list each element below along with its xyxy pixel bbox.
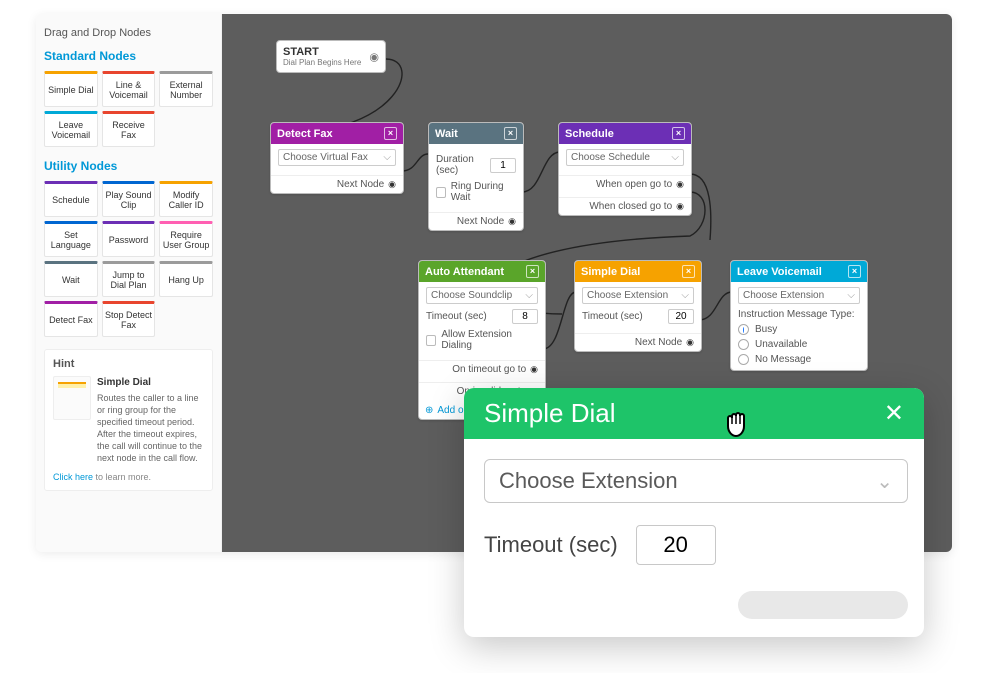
sd-timeout-label: Timeout (sec) <box>582 311 643 322</box>
simple-dial-ext-select[interactable]: Choose Extension <box>582 287 694 304</box>
detect-fax-header[interactable]: Detect Fax × <box>271 123 403 144</box>
palette-node[interactable]: Password <box>102 221 156 257</box>
node-title: Wait <box>435 128 458 140</box>
popup-timeout-label: Timeout (sec) <box>484 532 618 558</box>
close-icon[interactable]: × <box>526 265 539 278</box>
close-icon[interactable]: × <box>672 127 685 140</box>
wait-next-port[interactable]: Next Node <box>429 212 523 230</box>
hint-link[interactable]: Click here to learn more. <box>53 472 204 482</box>
palette-node[interactable]: Schedule <box>44 181 98 217</box>
wait-duration-label: Duration (sec) <box>436 154 490 176</box>
auto-attendant-header[interactable]: Auto Attendant × <box>419 261 545 282</box>
detect-fax-next-port[interactable]: Next Node <box>271 175 403 193</box>
palette-node[interactable]: Require User Group <box>159 221 213 257</box>
start-out-port[interactable]: ◉ <box>369 50 379 63</box>
palette-node[interactable]: External Number <box>159 71 213 107</box>
popup-close-icon[interactable]: ✕ <box>884 399 904 428</box>
popup-title: Simple Dial <box>484 398 616 429</box>
schedule-header[interactable]: Schedule × <box>559 123 691 144</box>
radio-icon <box>738 324 749 335</box>
simple-dial-node[interactable]: Simple Dial × Choose Extension Timeout (… <box>574 260 702 352</box>
aa-timeout-port[interactable]: On timeout go to <box>419 360 545 378</box>
leave-voicemail-node[interactable]: Leave Voicemail × Choose Extension Instr… <box>730 260 868 371</box>
schedule-select[interactable]: Choose Schedule <box>566 149 684 166</box>
palette-node[interactable]: Hang Up <box>159 261 213 297</box>
node-title: Detect Fax <box>277 128 333 140</box>
palette-node[interactable]: Modify Caller ID <box>159 181 213 217</box>
hint-thumbnail <box>53 376 91 420</box>
close-icon[interactable]: × <box>848 265 861 278</box>
palette-node[interactable]: Wait <box>44 261 98 297</box>
sidebar: Drag and Drop Nodes Standard Nodes Simple… <box>36 14 222 552</box>
palette-node[interactable]: Simple Dial <box>44 71 98 107</box>
hint-text: Simple Dial Routes the caller to a line … <box>97 376 204 464</box>
close-icon[interactable]: × <box>504 127 517 140</box>
palette-heading: Utility Nodes <box>44 159 213 173</box>
popup-submit-button[interactable] <box>738 591 908 619</box>
leave-vm-radio[interactable]: Unavailable <box>738 339 860 350</box>
palette-node[interactable]: Play Sound Clip <box>102 181 156 217</box>
node-title: Leave Voicemail <box>737 266 822 278</box>
palette-node[interactable]: Set Language <box>44 221 98 257</box>
popup-extension-select[interactable]: Choose Extension ⌄ <box>484 459 908 503</box>
aa-timeout-input[interactable] <box>512 309 538 324</box>
palette-node[interactable]: Leave Voicemail <box>44 111 98 147</box>
simple-dial-next-port[interactable]: Next Node <box>575 333 701 351</box>
wait-node[interactable]: Wait × Duration (sec) Ring During Wait N… <box>428 122 524 231</box>
wait-ring-checkbox[interactable]: Ring During Wait <box>436 181 516 203</box>
schedule-open-port[interactable]: When open go to <box>559 175 691 193</box>
chevron-down-icon: ⌄ <box>876 469 893 494</box>
radio-label: No Message <box>755 354 811 365</box>
palette-grid: SchedulePlay Sound ClipModify Caller ID S… <box>44 181 213 337</box>
palette-node[interactable]: Line & Voicemail <box>102 71 156 107</box>
node-title: Auto Attendant <box>425 266 504 278</box>
hint-node-name: Simple Dial <box>97 376 204 390</box>
aa-allow-ext-checkbox[interactable]: Allow Extension Dialing <box>426 329 538 351</box>
hint-panel: Hint Simple Dial Routes the caller to a … <box>44 349 213 491</box>
simple-dial-popup[interactable]: Simple Dial ✕ Choose Extension ⌄ Timeout… <box>464 388 924 637</box>
detect-fax-node[interactable]: Detect Fax × Choose Virtual Fax Next Nod… <box>270 122 404 194</box>
radio-label: Busy <box>755 324 777 335</box>
hint-description: Routes the caller to a line or ring grou… <box>97 393 202 464</box>
close-icon[interactable]: × <box>384 127 397 140</box>
radio-label: Unavailable <box>755 339 807 350</box>
node-title: Simple Dial <box>581 266 640 278</box>
palette-node[interactable]: Jump to Dial Plan <box>102 261 156 297</box>
start-subtitle: Dial Plan Begins Here <box>283 58 379 67</box>
leave-vm-header[interactable]: Leave Voicemail × <box>731 261 867 282</box>
aa-timeout-label: Timeout (sec) <box>426 311 487 322</box>
palette-node[interactable]: Stop Detect Fax <box>102 301 156 337</box>
leave-vm-radio[interactable]: Busy <box>738 324 860 335</box>
sidebar-title: Drag and Drop Nodes <box>44 27 213 39</box>
schedule-node[interactable]: Schedule × Choose Schedule When open go … <box>558 122 692 216</box>
detect-fax-select[interactable]: Choose Virtual Fax <box>278 149 396 166</box>
close-icon[interactable]: × <box>682 265 695 278</box>
popup-timeout-input[interactable] <box>636 525 716 565</box>
node-title: Schedule <box>565 128 614 140</box>
simple-dial-header[interactable]: Simple Dial × <box>575 261 701 282</box>
auto-attendant-soundclip-select[interactable]: Choose Soundclip <box>426 287 538 304</box>
palette-node[interactable]: Receive Fax <box>102 111 156 147</box>
hint-title: Hint <box>53 358 204 370</box>
leave-vm-msg-label: Instruction Message Type: <box>738 309 860 320</box>
start-title: START <box>283 46 319 58</box>
leave-vm-radio[interactable]: No Message <box>738 354 860 365</box>
palette-grid: Simple DialLine & VoicemailExternal Numb… <box>44 71 213 147</box>
radio-icon <box>738 354 749 365</box>
radio-icon <box>738 339 749 350</box>
schedule-closed-port[interactable]: When closed go to <box>559 197 691 215</box>
palette-heading: Standard Nodes <box>44 49 213 63</box>
start-node[interactable]: START Dial Plan Begins Here ◉ <box>276 40 386 73</box>
palette-node[interactable]: Detect Fax <box>44 301 98 337</box>
sd-timeout-input[interactable] <box>668 309 694 324</box>
wait-duration-input[interactable] <box>490 158 516 173</box>
leave-vm-ext-select[interactable]: Choose Extension <box>738 287 860 304</box>
popup-header[interactable]: Simple Dial ✕ <box>464 388 924 439</box>
wait-header[interactable]: Wait × <box>429 123 523 144</box>
